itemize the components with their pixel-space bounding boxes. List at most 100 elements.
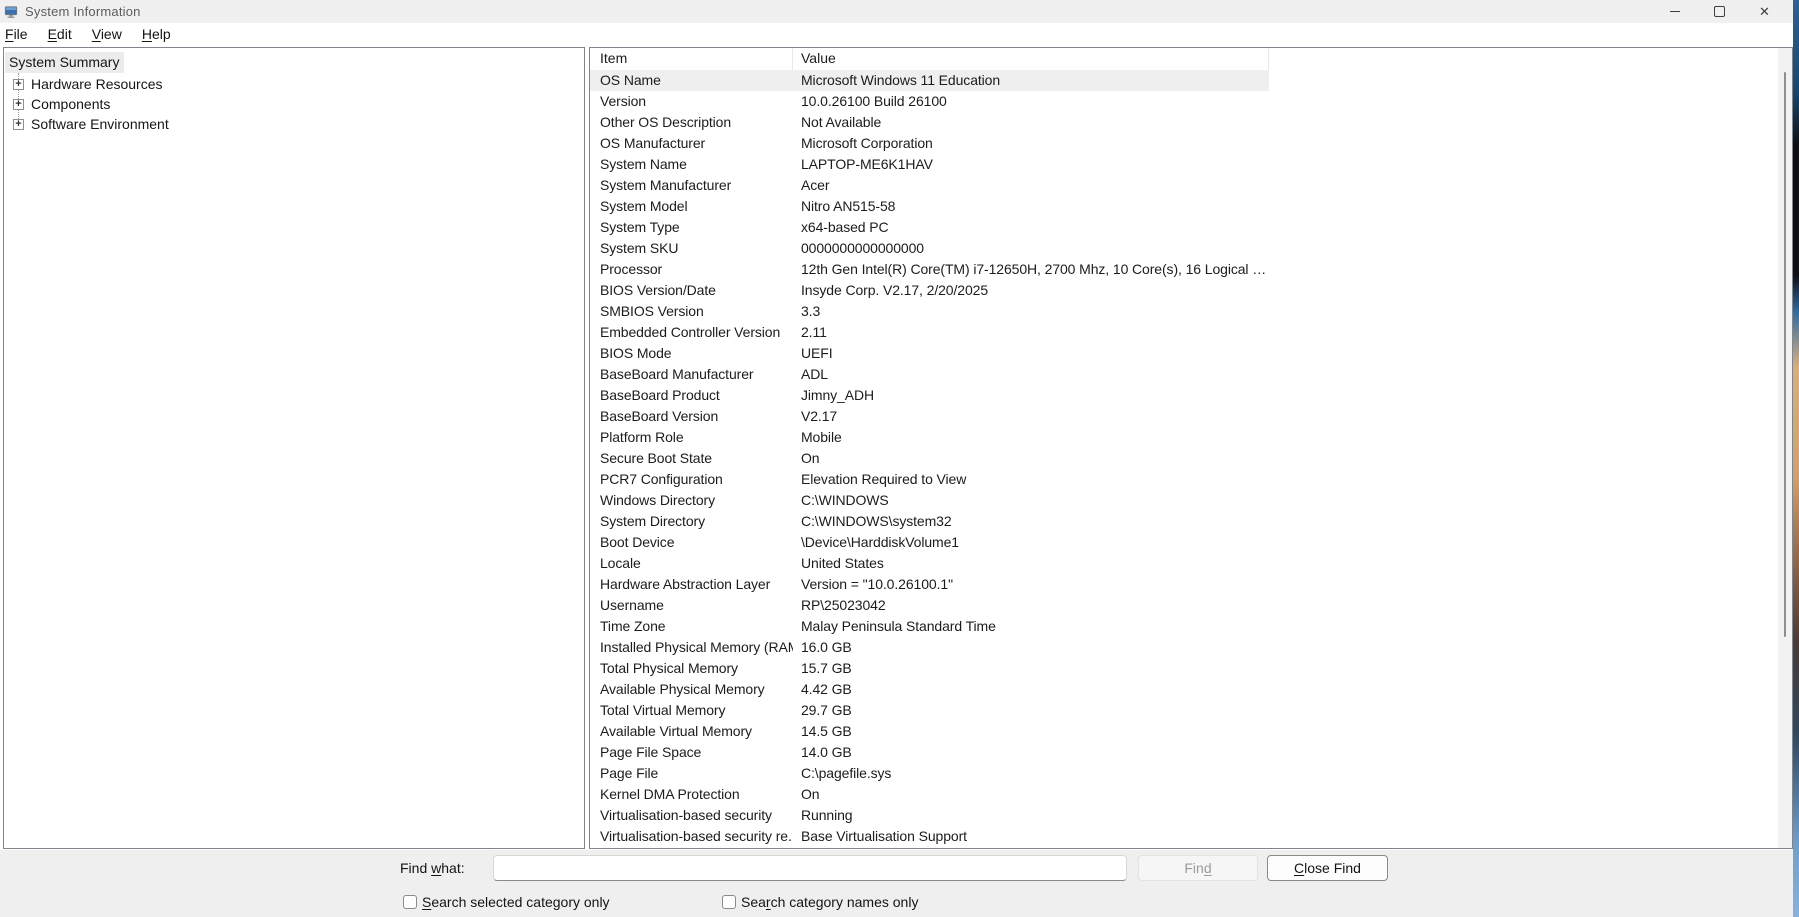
find-button[interactable]: Find bbox=[1138, 855, 1258, 881]
item-cell: BaseBoard Version bbox=[600, 408, 719, 424]
table-row[interactable]: Secure Boot State On bbox=[590, 448, 1269, 469]
search-selected-category-option: Search selected category only bbox=[403, 894, 610, 910]
table-row[interactable]: Boot Device \Device\HarddiskVolume1 bbox=[590, 532, 1269, 553]
item-cell: OS Manufacturer bbox=[600, 135, 706, 151]
table-row[interactable]: Username RP\25023042 bbox=[590, 595, 1269, 616]
expand-plus-icon[interactable] bbox=[13, 98, 24, 110]
table-row[interactable]: Hardware Abstraction Layer Version = "10.… bbox=[590, 574, 1269, 595]
table-row[interactable]: Total Physical Memory 15.7 GB bbox=[590, 658, 1269, 679]
search-category-names-checkbox[interactable] bbox=[722, 895, 736, 909]
table-row[interactable]: BaseBoard Manufacturer ADL bbox=[590, 364, 1269, 385]
table-row[interactable]: Total Virtual Memory 29.7 GB bbox=[590, 700, 1269, 721]
column-header-value[interactable]: Value bbox=[793, 48, 1269, 70]
table-row[interactable]: Virtualisation-based security re... Base … bbox=[590, 826, 1269, 847]
find-input[interactable] bbox=[493, 855, 1127, 881]
maximize-button[interactable] bbox=[1697, 0, 1742, 23]
menu-edit[interactable]: Edit bbox=[38, 24, 82, 45]
table-row[interactable]: Kernel DMA Protection On bbox=[590, 784, 1269, 805]
tree-item-software-environment[interactable]: Software Environment bbox=[4, 114, 584, 134]
value-cell: 12th Gen Intel(R) Core(TM) i7-12650H, 27… bbox=[801, 261, 1269, 277]
window-controls: ✕ bbox=[1652, 0, 1787, 23]
item-cell: BaseBoard Manufacturer bbox=[600, 366, 754, 382]
menu-accel: F bbox=[5, 26, 14, 42]
system-information-app-icon bbox=[4, 5, 18, 19]
value-cell: ADL bbox=[801, 366, 828, 382]
table-row[interactable]: OS Name Microsoft Windows 11 Education bbox=[590, 70, 1269, 91]
value-cell: Not Available bbox=[801, 114, 882, 130]
item-cell: BIOS Mode bbox=[600, 345, 672, 361]
menu-label: iew bbox=[100, 26, 122, 42]
item-cell: Total Virtual Memory bbox=[600, 702, 726, 718]
table-row[interactable]: BaseBoard Product Jimny_ADH bbox=[590, 385, 1269, 406]
item-cell: Total Physical Memory bbox=[600, 660, 738, 676]
table-row[interactable]: Windows Directory C:\WINDOWS bbox=[590, 490, 1269, 511]
table-row[interactable]: Processor 12th Gen Intel(R) Core(TM) i7-1… bbox=[590, 259, 1269, 280]
table-row[interactable]: BIOS Mode UEFI bbox=[590, 343, 1269, 364]
table-row[interactable]: Locale United States bbox=[590, 553, 1269, 574]
value-cell: C:\WINDOWS bbox=[801, 492, 889, 508]
find-what-label: Find what: bbox=[400, 860, 465, 876]
menu-label: dit bbox=[56, 26, 72, 42]
table-row[interactable]: Virtualisation-based security Running bbox=[590, 805, 1269, 826]
checkbox-label-text: ch category names only bbox=[770, 894, 919, 910]
search-selected-category-checkbox[interactable] bbox=[403, 895, 417, 909]
find-what-label-accel: w bbox=[431, 860, 442, 876]
table-row[interactable]: Embedded Controller Version 2.11 bbox=[590, 322, 1269, 343]
table-row[interactable]: System Name LAPTOP-ME6K1HAV bbox=[590, 154, 1269, 175]
menu-view[interactable]: View bbox=[82, 24, 132, 45]
item-cell: System Name bbox=[600, 156, 687, 172]
table-row[interactable]: System SKU 0000000000000000 bbox=[590, 238, 1269, 259]
expand-plus-icon[interactable] bbox=[13, 78, 24, 90]
table-row[interactable]: System Model Nitro AN515-58 bbox=[590, 196, 1269, 217]
item-cell: System Directory bbox=[600, 513, 705, 529]
table-row[interactable]: Available Physical Memory 4.42 GB bbox=[590, 679, 1269, 700]
scrollbar-thumb[interactable] bbox=[1784, 72, 1786, 637]
minimize-button[interactable] bbox=[1652, 0, 1697, 23]
search-selected-category-label[interactable]: Search selected category only bbox=[422, 894, 610, 910]
table-row[interactable]: SMBIOS Version 3.3 bbox=[590, 301, 1269, 322]
table-row[interactable]: Installed Physical Memory (RAM) 16.0 GB bbox=[590, 637, 1269, 658]
item-cell: System Model bbox=[600, 198, 688, 214]
item-cell: OS Name bbox=[600, 72, 661, 88]
find-button-accel: d bbox=[1203, 860, 1212, 876]
close-button[interactable]: ✕ bbox=[1742, 0, 1787, 23]
item-cell: Hardware Abstraction Layer bbox=[600, 576, 771, 592]
search-category-names-label[interactable]: Search category names only bbox=[741, 894, 918, 910]
table-row[interactable]: Time Zone Malay Peninsula Standard Time bbox=[590, 616, 1269, 637]
tree-item-components[interactable]: Components bbox=[4, 94, 584, 114]
menu-help[interactable]: Help bbox=[132, 24, 181, 45]
tree-item-hardware-resources[interactable]: Hardware Resources bbox=[4, 74, 584, 94]
table-row[interactable]: Other OS Description Not Available bbox=[590, 112, 1269, 133]
item-cell: Virtualisation-based security bbox=[600, 807, 772, 823]
table-row[interactable]: BIOS Version/Date Insyde Corp. V2.17, 2/2… bbox=[590, 280, 1269, 301]
value-cell: LAPTOP-ME6K1HAV bbox=[801, 156, 933, 172]
item-cell: System Manufacturer bbox=[600, 177, 732, 193]
item-cell: System Type bbox=[600, 219, 680, 235]
table-row[interactable]: Version 10.0.26100 Build 26100 bbox=[590, 91, 1269, 112]
value-cell: Running bbox=[801, 807, 853, 823]
column-header-item[interactable]: Item bbox=[590, 48, 793, 70]
table-row[interactable]: BaseBoard Version V2.17 bbox=[590, 406, 1269, 427]
table-row[interactable]: Page File Space 14.0 GB bbox=[590, 742, 1269, 763]
vertical-scrollbar[interactable] bbox=[1778, 48, 1792, 848]
table-row[interactable]: System Directory C:\WINDOWS\system32 bbox=[590, 511, 1269, 532]
close-find-button-text: lose Find bbox=[1304, 860, 1361, 876]
table-row[interactable]: OS Manufacturer Microsoft Corporation bbox=[590, 133, 1269, 154]
menu-accel: H bbox=[141, 26, 152, 42]
item-cell: Username bbox=[600, 597, 664, 613]
tree-item-system-summary[interactable]: System Summary bbox=[5, 52, 125, 73]
table-row[interactable]: System Type x64-based PC bbox=[590, 217, 1269, 238]
table-row[interactable]: System Manufacturer Acer bbox=[590, 175, 1269, 196]
table-header: Item Value bbox=[590, 48, 1269, 71]
item-cell: Available Physical Memory bbox=[600, 681, 765, 697]
table-row[interactable]: PCR7 Configuration Elevation Required to … bbox=[590, 469, 1269, 490]
close-find-button[interactable]: Close Find bbox=[1267, 855, 1388, 881]
item-cell: Time Zone bbox=[600, 618, 666, 634]
table-row[interactable]: Platform Role Mobile bbox=[590, 427, 1269, 448]
menu-file[interactable]: File bbox=[0, 24, 38, 45]
item-cell: Boot Device bbox=[600, 534, 675, 550]
expand-plus-icon[interactable] bbox=[13, 118, 24, 130]
value-cell: Elevation Required to View bbox=[801, 471, 967, 487]
table-row[interactable]: Page File C:\pagefile.sys bbox=[590, 763, 1269, 784]
table-row[interactable]: Available Virtual Memory 14.5 GB bbox=[590, 721, 1269, 742]
